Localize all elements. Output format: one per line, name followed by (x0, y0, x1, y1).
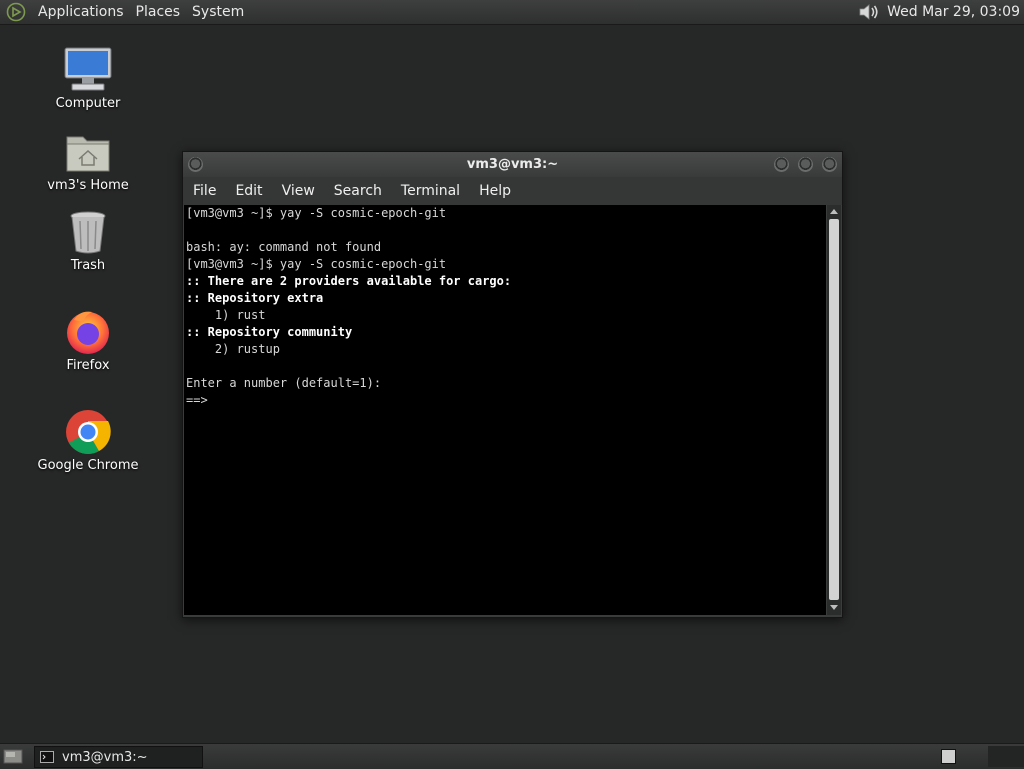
window-menu-icon[interactable] (188, 157, 203, 172)
terminal-line: [vm3@vm3 ~]$ yay -S cosmic-epoch-git (186, 206, 447, 220)
terminal-icon (40, 751, 54, 763)
terminal-line: 1) rust (186, 308, 266, 322)
panel-trash-applet[interactable] (988, 746, 1024, 767)
terminal-output[interactable]: [vm3@vm3 ~]$ yay -S cosmic-epoch-git bash… (184, 205, 826, 615)
menu-view[interactable]: View (272, 183, 324, 199)
menu-help[interactable]: Help (469, 183, 520, 199)
desktop-icon-label: vm3's Home (47, 178, 129, 193)
volume-icon[interactable] (857, 1, 881, 23)
workspace-switcher[interactable] (941, 749, 956, 764)
taskbar-terminal-button[interactable]: vm3@vm3:~ (34, 746, 203, 768)
desktop-icon-computer[interactable]: Computer (28, 44, 148, 111)
top-panel: Applications Places System Wed Mar 29, 0… (0, 0, 1024, 25)
desktop-icon-label: Computer (55, 96, 121, 111)
terminal-line: 2) rustup (186, 342, 280, 356)
terminal-line: bash: ay: command not found (186, 240, 382, 254)
places-menu[interactable]: Places (130, 4, 187, 20)
system-menu[interactable]: System (186, 4, 250, 20)
trash-icon (62, 206, 114, 258)
terminal-line: Enter a number (default=1): (186, 376, 382, 390)
bottom-panel: vm3@vm3:~ (0, 743, 1024, 769)
chrome-icon (62, 406, 114, 458)
clock[interactable]: Wed Mar 29, 03:09 (887, 4, 1020, 20)
scroll-thumb[interactable] (829, 219, 839, 600)
desktop-icon-label: Trash (70, 258, 106, 273)
terminal-line: :: Repository community (186, 325, 353, 339)
terminal-line: ==> (186, 393, 208, 407)
scroll-down-icon[interactable] (830, 605, 838, 610)
window-title: vm3@vm3:~ (466, 157, 559, 172)
firefox-icon (62, 306, 114, 358)
maximize-button[interactable] (798, 157, 813, 172)
computer-icon (62, 44, 114, 96)
minimize-button[interactable] (774, 157, 789, 172)
desktop-icon-trash[interactable]: Trash (28, 206, 148, 273)
scroll-up-icon[interactable] (830, 209, 838, 214)
desktop-icon-home[interactable]: vm3's Home (28, 126, 148, 193)
home-folder-icon (62, 126, 114, 178)
desktop-icon-firefox[interactable]: Firefox (28, 306, 148, 373)
menu-file[interactable]: File (183, 183, 225, 199)
taskbar-button-label: vm3@vm3:~ (62, 749, 148, 765)
terminal-window: vm3@vm3:~ File Edit View Search Terminal… (182, 151, 843, 618)
terminal-scrollbar[interactable] (827, 205, 841, 615)
terminal-line: :: There are 2 providers available for c… (186, 274, 512, 288)
applications-menu[interactable]: Applications (32, 4, 130, 20)
menu-search[interactable]: Search (324, 183, 391, 199)
show-desktop-icon[interactable] (3, 748, 23, 765)
close-button[interactable] (822, 157, 837, 172)
terminal-line: :: Repository extra (186, 291, 324, 305)
menu-terminal[interactable]: Terminal (391, 183, 469, 199)
menu-edit[interactable]: Edit (225, 183, 271, 199)
desktop-icon-chrome[interactable]: Google Chrome (28, 406, 148, 473)
desktop-icon-label: Firefox (66, 358, 110, 373)
desktop-icon-label: Google Chrome (37, 458, 139, 473)
terminal-menubar: File Edit View Search Terminal Help (183, 177, 842, 205)
panel-tray: Wed Mar 29, 03:09 (857, 0, 1024, 24)
distro-logo-icon[interactable] (6, 2, 26, 22)
terminal-line: [vm3@vm3 ~]$ yay -S cosmic-epoch-git (186, 257, 447, 271)
window-titlebar[interactable]: vm3@vm3:~ (183, 152, 842, 177)
